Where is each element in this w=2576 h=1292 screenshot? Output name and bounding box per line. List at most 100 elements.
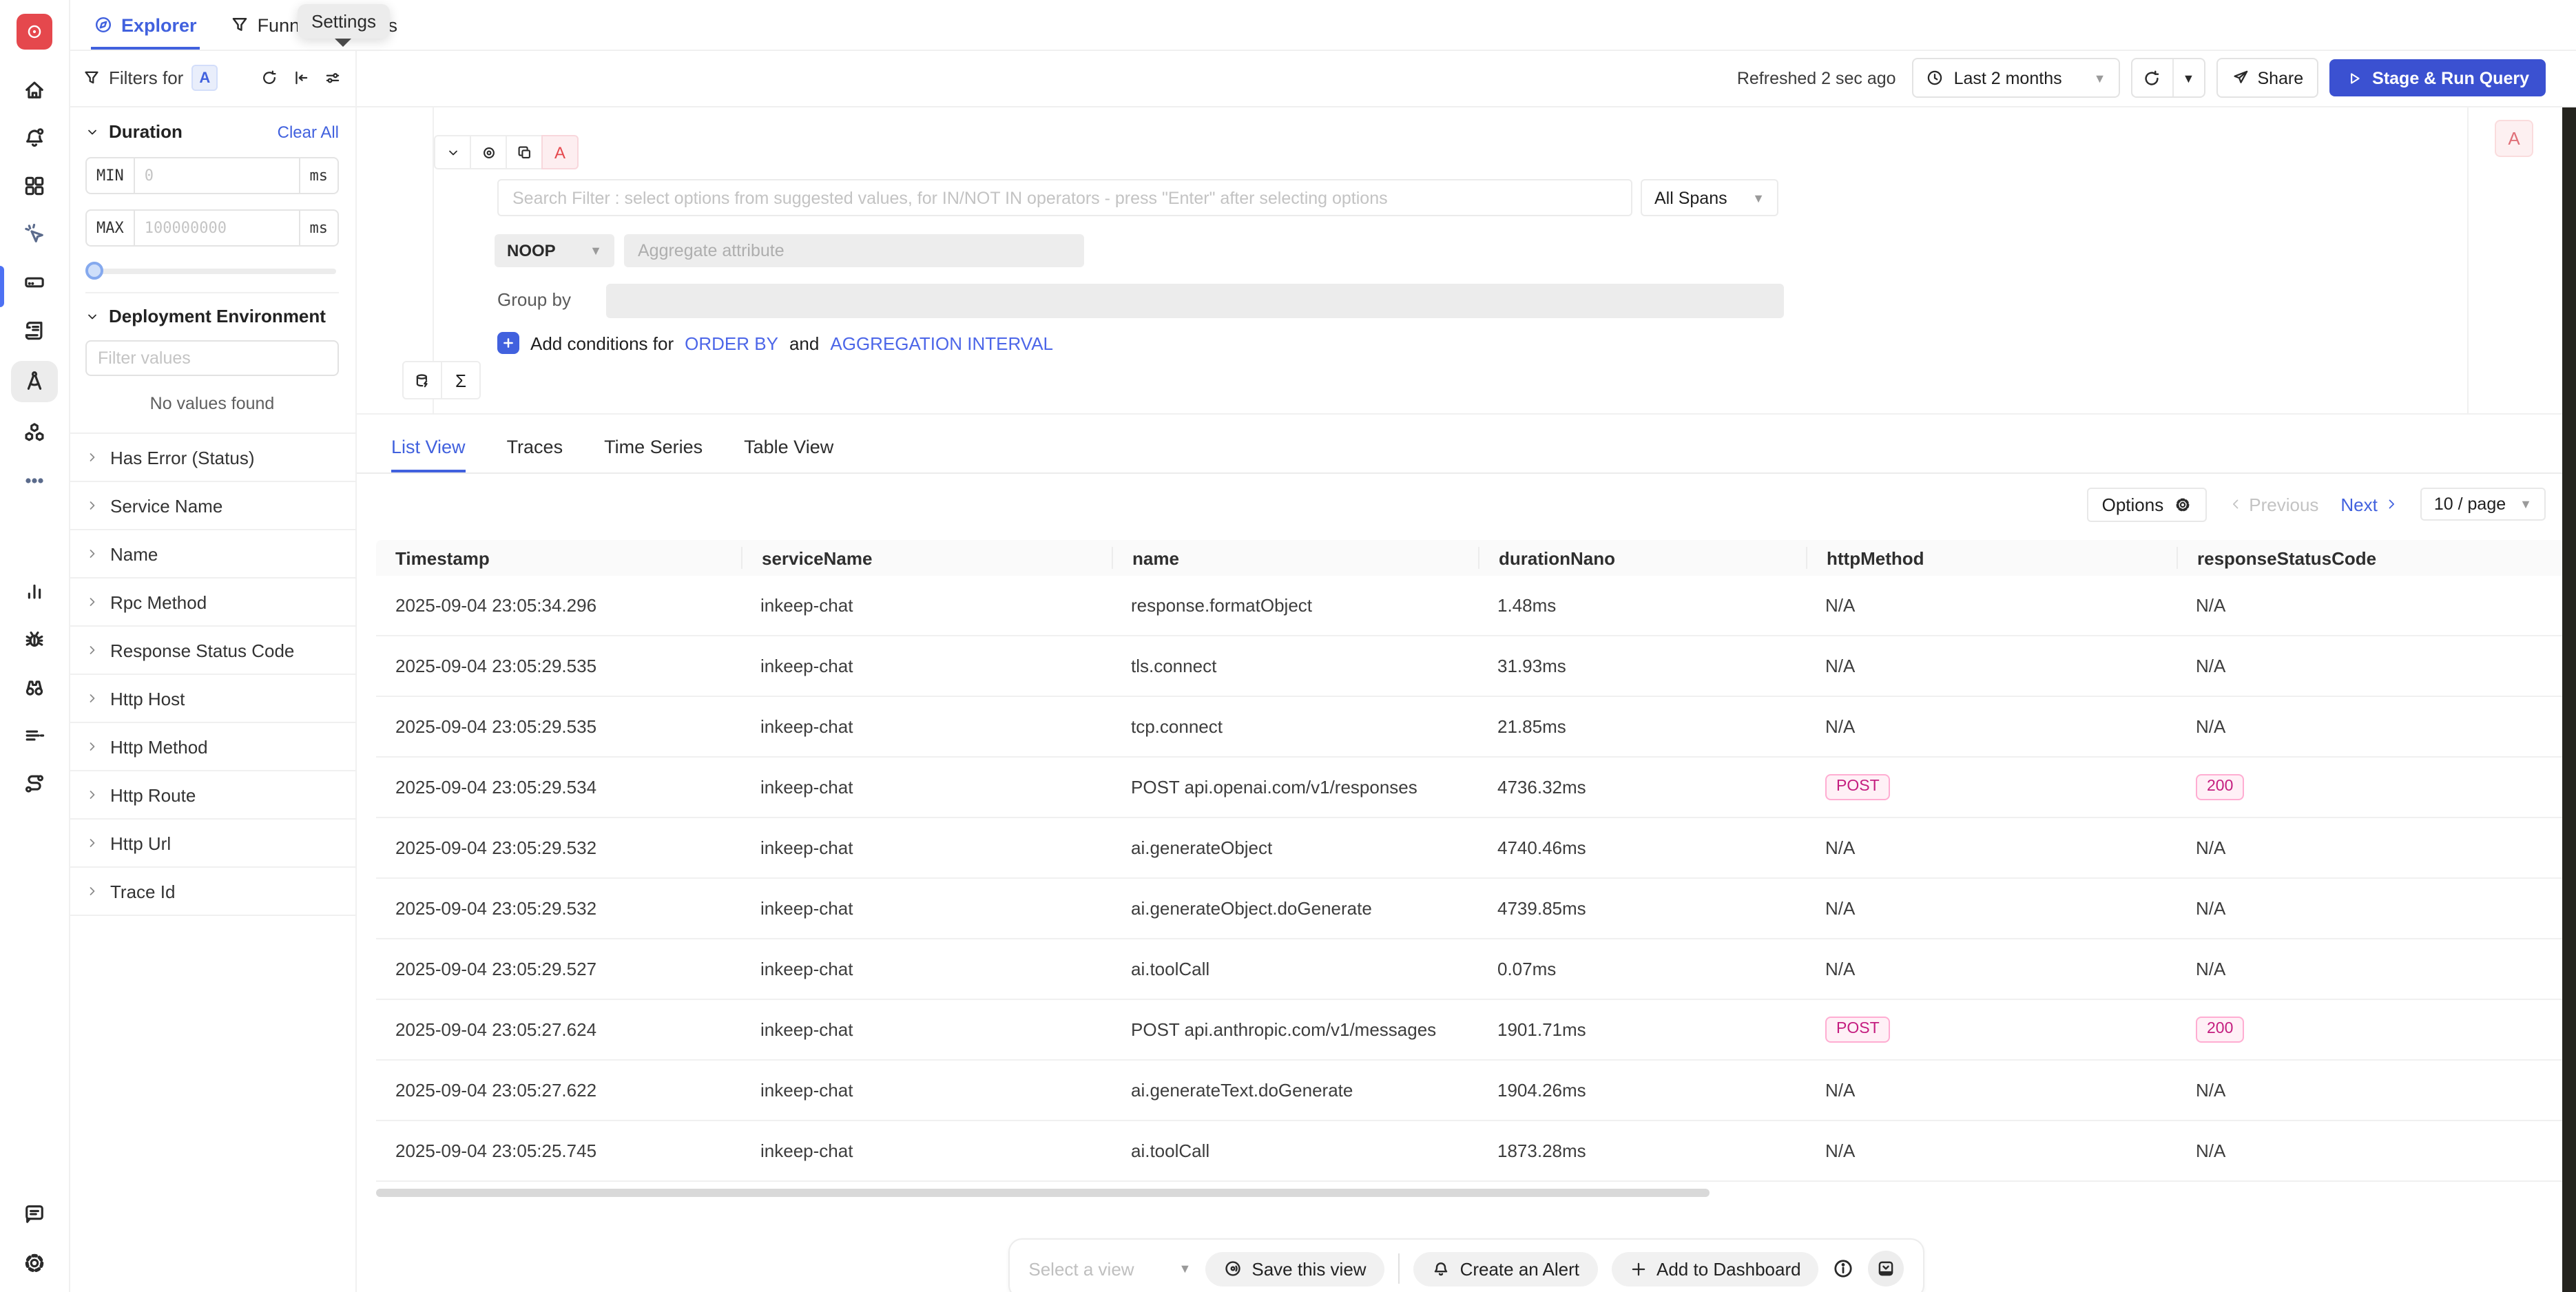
filter-funnel-icon [83, 69, 101, 87]
create-alert-button[interactable]: Create an Alert [1413, 1251, 1597, 1286]
time-range-select[interactable]: Last 2 months ▼ [1913, 58, 2120, 98]
query-visibility-button[interactable] [470, 135, 507, 169]
search-filter-input[interactable] [497, 179, 1632, 216]
chevron-down-icon[interactable] [85, 309, 99, 323]
nav-more-ellipsis[interactable] [11, 463, 58, 499]
filter-section-service-name[interactable]: Service Name [69, 482, 355, 530]
table-row[interactable]: 2025-09-04 23:05:25.745inkeep-chatai.too… [376, 1121, 2565, 1182]
nav-quick-actions[interactable] [11, 216, 58, 252]
share-button[interactable]: Share [2216, 58, 2318, 98]
options-button[interactable]: Options [2087, 487, 2207, 521]
page-size-select[interactable]: 10 / page ▼ [2420, 488, 2546, 521]
table-row[interactable]: 2025-09-04 23:05:34.296inkeep-chatrespon… [376, 576, 2565, 636]
duration-max-input[interactable] [135, 211, 299, 245]
nav-infrastructure[interactable] [11, 264, 58, 300]
filter-section-rpc-method[interactable]: Rpc Method [69, 579, 355, 627]
query-collapse-button[interactable] [434, 135, 471, 169]
nav-logs[interactable] [11, 313, 58, 348]
cell-durationnano: 31.93ms [1478, 656, 1806, 676]
query-copy-button[interactable] [506, 135, 543, 169]
view-tab-traces[interactable]: Traces [507, 437, 563, 472]
chevron-down-icon[interactable] [85, 125, 99, 138]
deployment-env-title[interactable]: Deployment Environment [109, 306, 326, 326]
nav-exceptions[interactable] [11, 621, 58, 657]
cell-responsestatuscode: 200 [2177, 1017, 2550, 1043]
order-by-link[interactable]: ORDER BY [685, 333, 778, 353]
tab-explorer[interactable]: Explorer [94, 0, 197, 50]
next-page-button[interactable]: Next [2340, 494, 2398, 514]
nav-dashboards[interactable] [11, 168, 58, 204]
nav-settings-gear[interactable] [11, 1245, 58, 1281]
query-sigma-button[interactable]: Σ [441, 361, 481, 399]
aggregation-interval-link[interactable]: AGGREGATION INTERVAL [830, 333, 1053, 353]
column-header-httpmethod[interactable]: httpMethod [1806, 547, 2177, 569]
table-row[interactable]: 2025-09-04 23:05:27.622inkeep-chatai.gen… [376, 1061, 2565, 1121]
refresh-caret-button[interactable]: ▼ [2172, 59, 2203, 96]
select-view-dropdown[interactable]: Select a view ▼ [1028, 1258, 1191, 1279]
view-tab-table-view[interactable]: Table View [744, 437, 833, 472]
column-header-timestamp[interactable]: Timestamp [376, 547, 741, 569]
deployment-filter-input[interactable] [85, 340, 339, 376]
info-icon[interactable] [1833, 1258, 1855, 1280]
table-row[interactable]: 2025-09-04 23:05:29.534inkeep-chatPOST a… [376, 758, 2565, 818]
nav-metrics[interactable] [11, 573, 58, 609]
duration-section-title[interactable]: Duration [109, 121, 183, 142]
nav-integrations-route[interactable] [11, 766, 58, 802]
nav-billing-list[interactable] [11, 718, 58, 753]
column-header-name[interactable]: name [1112, 547, 1478, 569]
query-chip-a-right[interactable]: A [2495, 120, 2533, 157]
aggregate-attribute-input[interactable] [624, 234, 1084, 267]
collapse-panel-icon[interactable] [292, 69, 310, 87]
table-row[interactable]: 2025-09-04 23:05:29.535inkeep-chattls.co… [376, 636, 2565, 697]
duration-slider[interactable] [88, 269, 336, 274]
horizontal-scrollbar[interactable] [376, 1189, 1710, 1197]
table-row[interactable]: 2025-09-04 23:05:27.624inkeep-chatPOST a… [376, 1000, 2565, 1061]
sync-filters-icon[interactable] [260, 69, 278, 87]
span-scope-select[interactable]: All Spans ▼ [1641, 179, 1778, 216]
plus-icon[interactable] [497, 332, 519, 354]
column-header-servicename[interactable]: serviceName [741, 547, 1112, 569]
table-row[interactable]: 2025-09-04 23:05:29.532inkeep-chatai.gen… [376, 879, 2565, 939]
duration-min-input[interactable] [135, 158, 299, 193]
export-panel-button[interactable] [1869, 1251, 1904, 1286]
table-row[interactable]: 2025-09-04 23:05:29.527inkeep-chatai.too… [376, 939, 2565, 1000]
aggregate-operator-select[interactable]: NOOP ▼ [495, 234, 614, 267]
filters-title: Filters for [109, 67, 183, 88]
previous-page-button[interactable]: Previous [2228, 494, 2318, 514]
filter-section-http-method[interactable]: Http Method [69, 723, 355, 771]
filter-section-http-url[interactable]: Http Url [69, 820, 355, 868]
add-to-dashboard-button[interactable]: Add to Dashboard [1611, 1251, 1819, 1286]
view-tab-list-view[interactable]: List View [391, 437, 466, 472]
app-logo-icon[interactable] [17, 14, 52, 50]
filter-section-response-status-code[interactable]: Response Status Code [69, 627, 355, 675]
clear-all-link[interactable]: Clear All [278, 122, 339, 141]
filter-section-trace-id[interactable]: Trace Id [69, 868, 355, 916]
cell-httpmethod: N/A [1806, 898, 2177, 919]
nav-traces[interactable] [11, 361, 58, 402]
save-view-button[interactable]: Save this view [1205, 1251, 1384, 1286]
refreshed-status: Refreshed 2 sec ago [1737, 68, 1896, 87]
nav-home[interactable] [11, 72, 58, 107]
table-row[interactable]: 2025-09-04 23:05:29.535inkeep-chattcp.co… [376, 697, 2565, 758]
query-db-button[interactable] [402, 361, 442, 399]
nav-alerts[interactable] [11, 120, 58, 156]
view-tab-time-series[interactable]: Time Series [604, 437, 703, 472]
filter-settings-icon[interactable] [324, 69, 342, 87]
left-nav-rail [0, 0, 70, 1292]
group-by-input[interactable] [606, 284, 1784, 318]
filter-section-http-host[interactable]: Http Host [69, 675, 355, 723]
filter-section-http-route[interactable]: Http Route [69, 771, 355, 820]
filters-query-chip[interactable]: A [191, 65, 218, 91]
nav-support-chat[interactable] [11, 1196, 58, 1231]
filter-section-has-error-status[interactable]: Has Error (Status) [69, 434, 355, 482]
filter-section-name[interactable]: Name [69, 530, 355, 579]
table-row[interactable]: 2025-09-04 23:05:29.532inkeep-chatai.gen… [376, 818, 2565, 879]
query-chip-a[interactable]: A [541, 135, 579, 169]
stage-run-query-button[interactable]: Stage & Run Query [2329, 59, 2546, 96]
refresh-button[interactable] [2132, 59, 2172, 96]
nav-services[interactable] [11, 415, 58, 450]
nav-explorer-search[interactable] [11, 669, 58, 705]
column-header-durationnano[interactable]: durationNano [1478, 547, 1806, 569]
column-header-responsestatuscode[interactable]: responseStatusCode [2177, 547, 2550, 569]
duration-slider-handle[interactable] [85, 262, 103, 280]
